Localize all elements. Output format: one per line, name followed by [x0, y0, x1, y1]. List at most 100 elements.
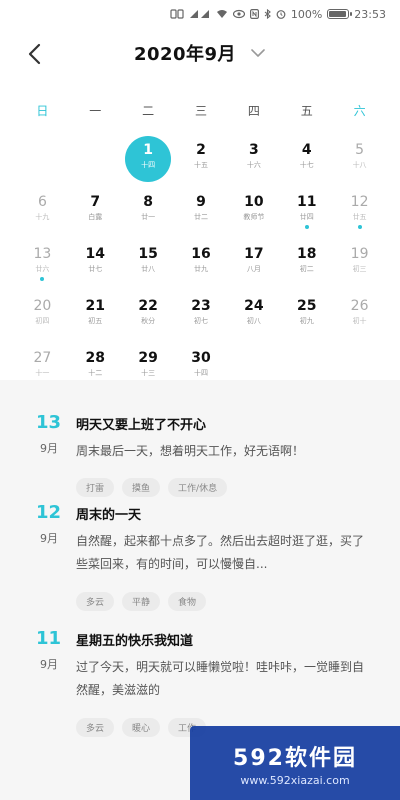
calendar-day-10[interactable]: 10 教师节: [227, 184, 280, 236]
lunar-date: 十四: [193, 369, 208, 377]
lunar-date: 十四: [141, 161, 156, 169]
day-number: 28: [85, 350, 106, 366]
calendar-day-9[interactable]: 9 廿二: [175, 184, 228, 236]
calendar-day-15[interactable]: 15 廿八: [122, 236, 175, 288]
calendar-day-22[interactable]: 22 秋分: [122, 288, 175, 340]
day-number: 29: [138, 350, 158, 366]
weekday-fri: 五: [300, 104, 313, 118]
calendar-day-26[interactable]: 26 初十: [333, 288, 386, 340]
day-number: 4: [301, 142, 312, 158]
lunar-date: 十八: [352, 161, 367, 169]
lunar-date: 十二: [88, 369, 103, 377]
day-number: 20: [33, 298, 52, 314]
calendar-day-12[interactable]: 12 廿五: [333, 184, 386, 236]
lunar-date: 教师节: [243, 213, 265, 221]
day-number: 24: [244, 298, 264, 314]
lunar-date: 十一: [35, 369, 50, 377]
day-number: 19: [350, 246, 369, 262]
day-number: 16: [191, 246, 211, 262]
day-number: 5: [355, 142, 365, 158]
clock: 23:53: [354, 7, 386, 21]
weekday-header: 日 一 二 三 四 五 六: [16, 102, 386, 119]
day-number: 13: [33, 246, 52, 262]
entry-day: 13: [36, 412, 62, 433]
lunar-date: 十五: [193, 161, 208, 169]
day-number: 8: [143, 194, 153, 210]
status-bar: 100% 23:53: [0, 0, 400, 28]
calendar-day-11[interactable]: 11 廿四: [280, 184, 333, 236]
calendar-day-2[interactable]: 2 十五: [175, 132, 228, 184]
lunar-date: 廿六: [35, 265, 50, 273]
tag-chip[interactable]: 多云: [76, 718, 115, 737]
day-number: 25: [296, 298, 317, 314]
day-number: 18: [296, 246, 317, 262]
entry-title: 星期五的快乐我知道: [76, 634, 194, 649]
month-label: 2020年9月: [133, 44, 237, 65]
calendar-day-1[interactable]: 1 十四: [122, 132, 175, 184]
eye-icon: [232, 9, 245, 19]
calendar-day-20[interactable]: 20 初四: [16, 288, 69, 340]
entry-tags: 多云 平静 食物: [76, 592, 207, 611]
calendar-day-16[interactable]: 16 廿九: [175, 236, 228, 288]
tag-chip[interactable]: 食物: [168, 592, 207, 611]
calendar-day-14[interactable]: 14 廿七: [69, 236, 122, 288]
calendar-day-18[interactable]: 18 初二: [280, 236, 333, 288]
calendar-day-5[interactable]: 5 十八: [333, 132, 386, 184]
weekday-sun: 日: [36, 104, 49, 118]
lunar-date: 廿八: [141, 265, 156, 273]
lunar-date: 廿九: [193, 265, 208, 273]
calendar-day-7[interactable]: 7 白露: [69, 184, 122, 236]
lunar-date: 初八: [246, 317, 261, 325]
month-picker[interactable]: 2020年9月: [134, 40, 266, 66]
weekday-sat: 六: [353, 104, 366, 118]
entry-body: 周末最后一天，想着明天工作，好无语啊！: [76, 444, 305, 458]
tag-chip[interactable]: 工作/休息: [168, 478, 228, 497]
calendar-day-23[interactable]: 23 初七: [175, 288, 228, 340]
calendar-day-4[interactable]: 4 十七: [280, 132, 333, 184]
tag-chip[interactable]: 打雷: [76, 478, 115, 497]
lunar-date: 秋分: [141, 317, 156, 325]
entry-indicator-dot: [40, 277, 45, 281]
nfc-icon: [249, 9, 259, 19]
tag-chip[interactable]: 平静: [122, 592, 161, 611]
calendar-day-3[interactable]: 3 十六: [227, 132, 280, 184]
lunar-date: 十七: [299, 161, 314, 169]
day-number: 30: [191, 350, 211, 366]
entry-tags: 打雷 摸鱼 工作/休息: [76, 478, 228, 497]
day-number: 3: [248, 142, 259, 158]
signal-icon: [189, 9, 211, 19]
lunar-date: 十六: [246, 161, 261, 169]
day-number: 1: [143, 142, 153, 158]
calendar-day-8[interactable]: 8 廿一: [122, 184, 175, 236]
day-number: 9: [196, 194, 206, 210]
day-number: 2: [196, 142, 206, 158]
entry-title: 明天又要上班了不开心: [76, 418, 207, 433]
journal-entry[interactable]: 11 9月 星期五的快乐我知道 过了今天，明天就可以睡懒觉啦！哇咔咔，一觉睡到自…: [0, 628, 400, 740]
alarm-icon: [276, 9, 286, 19]
lunar-date: 廿七: [88, 265, 103, 273]
day-number: 11: [296, 194, 317, 210]
calendar-day-13[interactable]: 13 廿六: [16, 236, 69, 288]
calendar-day-17[interactable]: 17 八月: [227, 236, 280, 288]
weekday-tue: 二: [142, 104, 155, 118]
battery-level: [329, 11, 347, 17]
tag-chip[interactable]: 多云: [76, 592, 115, 611]
tag-chip[interactable]: 摸鱼: [122, 478, 161, 497]
wifi-icon: [216, 9, 228, 19]
watermark: 592软件园 www.592xiazai.com: [190, 726, 400, 800]
lunar-date: 初九: [299, 317, 314, 325]
tag-chip[interactable]: 暖心: [122, 718, 161, 737]
journal-entry[interactable]: 12 9月 周末的一天 自然醒，起来都十点多了。然后出去超时逛了逛，买了些菜回来…: [0, 502, 400, 614]
watermark-brand: 592软件园: [233, 745, 357, 771]
calendar-day-25[interactable]: 25 初九: [280, 288, 333, 340]
day-number: 26: [350, 298, 369, 314]
entry-body: 自然醒，起来都十点多了。然后出去超时逛了逛，买了些菜回来，有的时间，可以慢慢自.…: [76, 534, 365, 571]
battery-percent: 100%: [290, 7, 323, 21]
lunar-date: 廿一: [141, 213, 156, 221]
calendar-day-24[interactable]: 24 初八: [227, 288, 280, 340]
day-number: 21: [85, 298, 106, 314]
calendar-day-6[interactable]: 6 十九: [16, 184, 69, 236]
entry-indicator-dot: [304, 225, 309, 229]
calendar-day-21[interactable]: 21 初五: [69, 288, 122, 340]
calendar-day-19[interactable]: 19 初三: [333, 236, 386, 288]
